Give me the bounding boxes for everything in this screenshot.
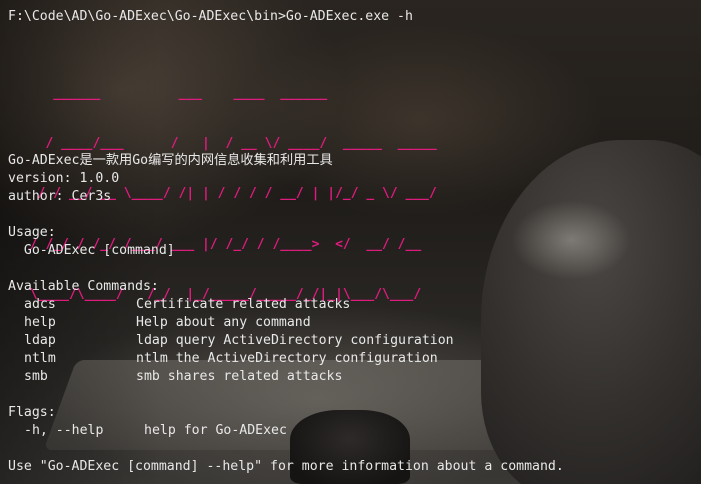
description-line: Go-ADExec是一款用Go编写的内网信息收集和利用工具 xyxy=(8,153,333,168)
terminal-output: F:\Code\AD\Go-ADExec\Go-ADExec\bin>Go-AD… xyxy=(8,8,413,26)
command-row-smb: smb smb shares related attacks xyxy=(8,368,564,386)
command-name: ntlm xyxy=(24,351,56,366)
flag-name: -h, --help xyxy=(24,423,104,438)
footer-line: Use "Go-ADExec [command] --help" for mor… xyxy=(8,459,564,474)
command-desc: Help about any command xyxy=(136,315,311,330)
command-desc: smb shares related attacks xyxy=(136,369,343,384)
banner-line: / ____/___ / | / __ \/ ____/ _____ _____ xyxy=(22,135,437,151)
command-row-adcs: adcs Certificate related attacks xyxy=(8,296,564,314)
command-name: help xyxy=(24,315,56,330)
command-desc: ldap query ActiveDirectory configuration xyxy=(136,333,454,348)
command-row-ldap: ldap ldap query ActiveDirectory configura… xyxy=(8,332,564,350)
help-output: Go-ADExec是一款用Go编写的内网信息收集和利用工具 version: 1… xyxy=(8,152,564,476)
author-line: author: Cer3s xyxy=(8,189,112,204)
usage-header: Usage: xyxy=(8,225,56,240)
terminal-window[interactable]: F:\Code\AD\Go-ADExec\Go-ADExec\bin>Go-AD… xyxy=(0,0,701,484)
version-line: version: 1.0.0 xyxy=(8,171,120,186)
command-desc: ntlm the ActiveDirectory configuration xyxy=(136,351,438,366)
prompt-line: F:\Code\AD\Go-ADExec\Go-ADExec\bin>Go-AD… xyxy=(8,9,413,24)
flags-header: Flags: xyxy=(8,405,56,420)
command-row-help: help Help about any command xyxy=(8,314,564,332)
command-row-ntlm: ntlm ntlm the ActiveDirectory configurati… xyxy=(8,350,564,368)
command-name: adcs xyxy=(24,297,56,312)
flag-desc: help for Go-ADExec xyxy=(144,423,287,438)
command-desc: Certificate related attacks xyxy=(136,297,351,312)
banner-line: ______ ___ ____ ______ xyxy=(22,85,328,101)
command-name: smb xyxy=(24,369,48,384)
usage-line: Go-ADExec [command] xyxy=(8,243,175,258)
flag-row-help: -h, --help help for Go-ADExec xyxy=(8,422,564,440)
commands-header: Available Commands: xyxy=(8,279,159,294)
command-name: ldap xyxy=(24,333,56,348)
